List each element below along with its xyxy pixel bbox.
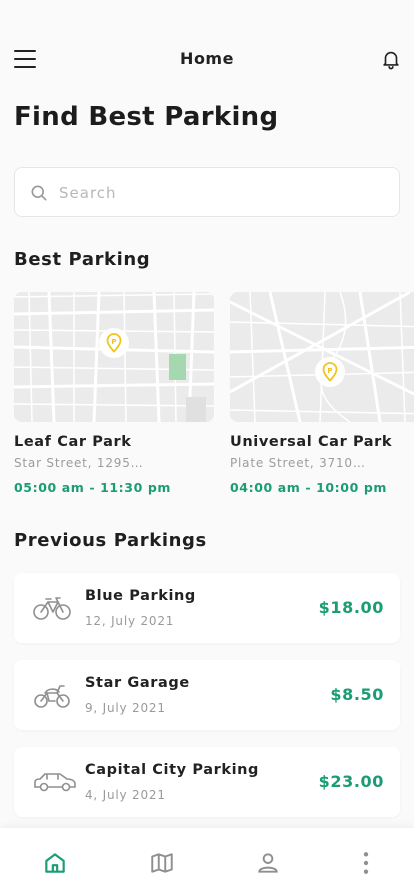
- previous-parking-date: 9, July 2021: [85, 701, 166, 715]
- svg-text:P: P: [327, 367, 332, 375]
- bicycle-icon: [32, 593, 72, 623]
- parking-address: Star Street, 1295…: [14, 456, 144, 470]
- previous-parking-date: 4, July 2021: [85, 788, 166, 802]
- previous-parkings-title: Previous Parkings: [14, 530, 207, 551]
- previous-parking-date: 12, July 2021: [85, 614, 175, 628]
- previous-parking-name: Star Garage: [85, 675, 190, 691]
- more-icon[interactable]: [353, 850, 379, 876]
- home-screen: Home Find Best Parking Best Parking: [0, 0, 414, 896]
- bell-icon[interactable]: [380, 48, 402, 70]
- main-heading: Find Best Parking: [14, 102, 279, 132]
- home-icon[interactable]: [42, 850, 68, 876]
- map-thumbnail: P: [14, 292, 214, 422]
- previous-parking-name: Capital City Parking: [85, 762, 260, 778]
- parking-card[interactable]: P Leaf Car Park Star Street, 1295… 05:00…: [14, 292, 214, 495]
- top-bar: Home: [0, 44, 414, 76]
- previous-parking-price: $8.50: [330, 685, 384, 704]
- search-icon: [29, 183, 49, 203]
- previous-parking-name: Blue Parking: [85, 588, 196, 604]
- page-title: Home: [180, 49, 234, 68]
- parking-name: Universal Car Park: [230, 434, 393, 450]
- profile-icon[interactable]: [255, 850, 281, 876]
- parking-address: Plate Street, 3710…: [230, 456, 366, 470]
- parking-name: Leaf Car Park: [14, 434, 132, 450]
- svg-text:P: P: [111, 338, 116, 346]
- motorcycle-icon: [32, 680, 72, 710]
- parking-hours: 04:00 am - 10:00 pm: [230, 480, 388, 495]
- parking-card[interactable]: P Universal Car Park Plate Street, 3710……: [230, 292, 414, 495]
- previous-parking-price: $23.00: [318, 772, 384, 791]
- previous-parking-item[interactable]: Capital City Parking 4, July 2021 $23.00: [14, 747, 400, 817]
- search-input[interactable]: [59, 180, 379, 206]
- car-icon: [32, 767, 76, 797]
- search-bar[interactable]: [14, 167, 400, 217]
- previous-parking-item[interactable]: Star Garage 9, July 2021 $8.50: [14, 660, 400, 730]
- map-icon[interactable]: [149, 850, 175, 876]
- previous-parking-item[interactable]: Blue Parking 12, July 2021 $18.00: [14, 573, 400, 643]
- parking-hours: 05:00 am - 11:30 pm: [14, 480, 172, 495]
- bottom-navigation: [0, 828, 414, 896]
- best-parking-carousel[interactable]: P Leaf Car Park Star Street, 1295… 05:00…: [14, 292, 414, 507]
- previous-parking-price: $18.00: [318, 598, 384, 617]
- map-thumbnail: P: [230, 292, 414, 422]
- best-parking-title: Best Parking: [14, 249, 151, 270]
